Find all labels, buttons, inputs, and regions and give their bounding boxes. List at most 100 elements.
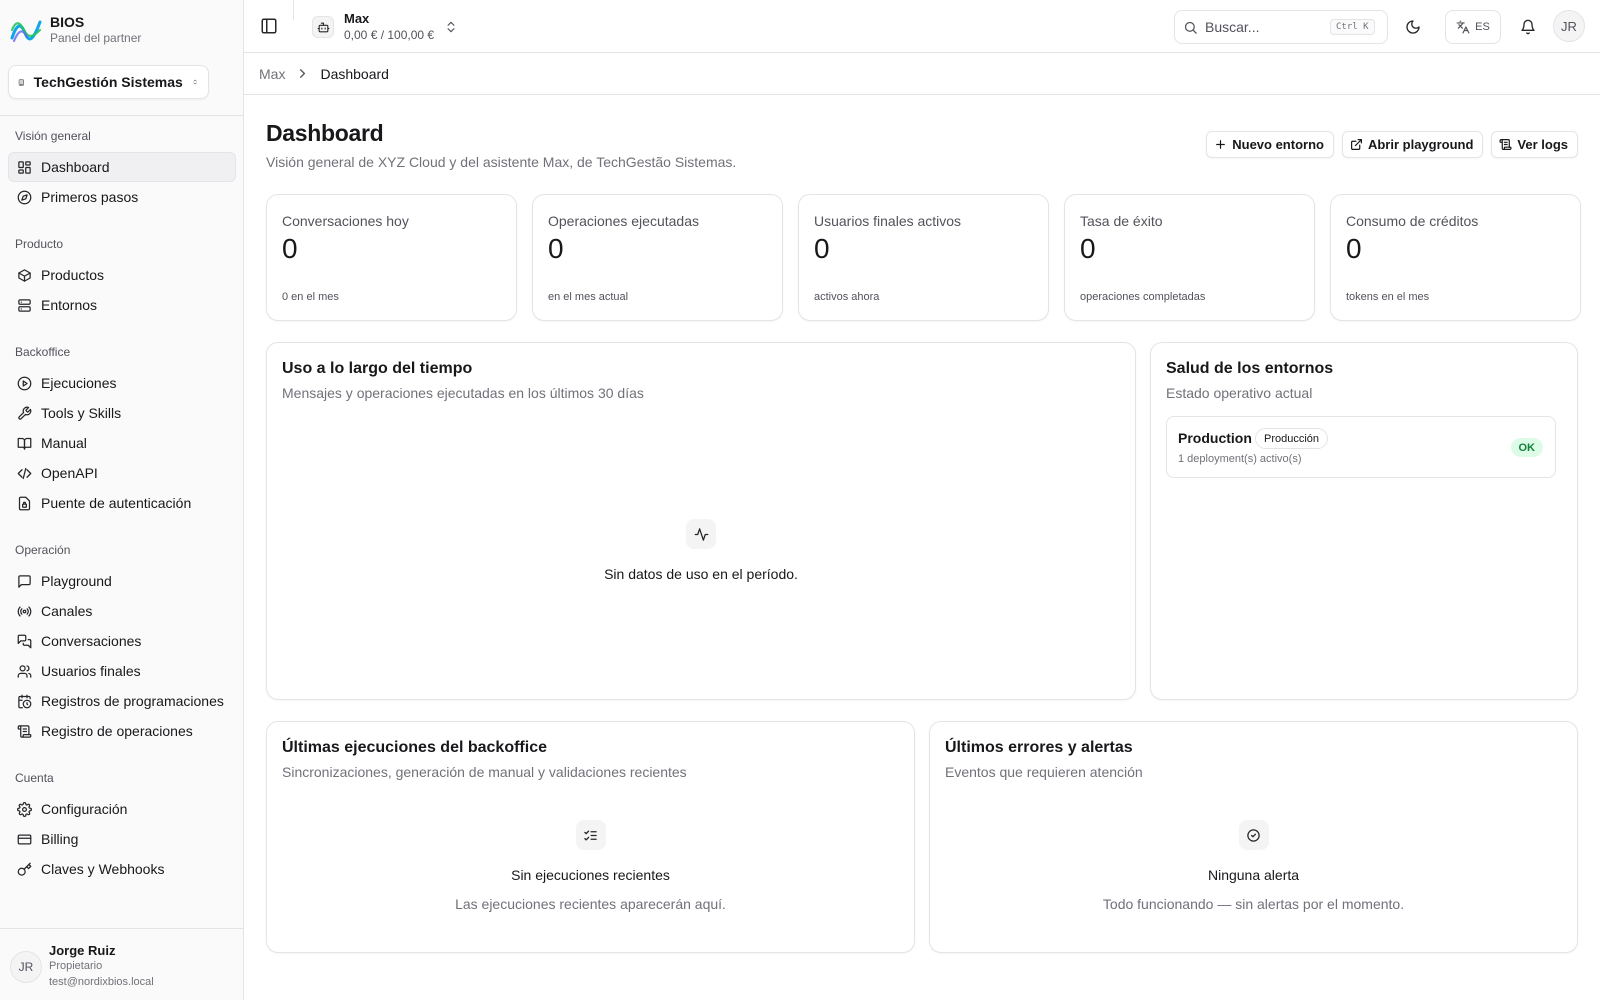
stat-hint: operaciones completadas	[1080, 291, 1206, 303]
wrench-icon	[18, 406, 32, 420]
new-environment-label: Nuevo entorno	[1232, 137, 1324, 152]
code-icon	[17, 467, 32, 479]
sidebar-item-playground[interactable]: Playground	[8, 566, 236, 596]
list-checks-icon	[575, 820, 606, 850]
language-button[interactable]: ES	[1445, 10, 1501, 44]
sidebar-item-configuracion[interactable]: Configuración	[8, 794, 236, 824]
alerts-empty-title: Ninguna alerta	[1207, 867, 1300, 883]
sidebar-item-billing[interactable]: Billing	[8, 824, 236, 854]
sidebar-item-productos[interactable]: Productos	[8, 260, 236, 290]
view-logs-button[interactable]: Ver logs	[1491, 131, 1578, 158]
sidebar-item-manual[interactable]: Manual	[8, 428, 236, 458]
nav-group-operacion: Operación Playground Canales Conversaciones…	[8, 540, 236, 746]
health-title: Salud de los entornos	[1166, 360, 1334, 377]
search-input[interactable]	[1205, 19, 1323, 35]
breadcrumb-current: Dashboard	[320, 65, 389, 82]
stat-card-usuarios-finales-activos: Usuarios finales activos 0 activos ahora	[798, 194, 1049, 321]
breadcrumb: Max Dashboard	[244, 53, 1600, 95]
sidebar-item-puente-de-autenticacion[interactable]: Puente de autenticación	[8, 488, 236, 518]
account-avatar[interactable]: JR	[1553, 10, 1585, 42]
book-open-icon	[17, 437, 32, 450]
stat-value: 0	[814, 233, 830, 264]
usage-empty-title: Sin datos de uso en el período.	[604, 566, 798, 582]
chevrons-up-down-icon	[193, 79, 197, 85]
executions-subtitle: Sincronizaciones, generación de manual y…	[282, 764, 687, 780]
agent-switcher[interactable]: Max 0,00 € / 100,00 €	[312, 11, 458, 43]
agent-credit: 0,00 € / 100,00 €	[344, 28, 435, 42]
breadcrumb-parent[interactable]: Max	[259, 66, 285, 82]
stat-value: 0	[1080, 233, 1096, 264]
user-avatar[interactable]: JR	[10, 951, 42, 983]
sidebar-item-label: Registro de operaciones	[41, 723, 193, 739]
open-playground-label: Abrir playground	[1367, 137, 1474, 152]
stat-hint: tokens en el mes	[1346, 291, 1430, 303]
external-link-icon	[1350, 139, 1362, 150]
environments-health-card: Salud de los entornos Estado operativo a…	[1150, 342, 1578, 700]
sidebar-item-canales[interactable]: Canales	[8, 596, 236, 626]
theme-toggle-button[interactable]	[1396, 10, 1430, 44]
open-playground-button[interactable]: Abrir playground	[1341, 131, 1484, 158]
sidebar-item-usuarios-finales[interactable]: Usuarios finales	[8, 656, 236, 686]
sidebar-item-label: Configuración	[41, 801, 128, 817]
package-icon	[18, 268, 31, 282]
sidebar-item-label: OpenAPI	[41, 465, 98, 481]
user-email: test@nordixbios.local	[49, 976, 154, 988]
stat-hint: en el mes actual	[548, 291, 629, 303]
sidebar-item-label: Manual	[41, 435, 87, 451]
environment-name: Production	[1178, 430, 1252, 446]
stat-label: Conversaciones hoy	[282, 213, 409, 229]
alerts-empty-description: Todo funcionando — sin alertas por el mo…	[1102, 896, 1405, 912]
nav-group-cuenta: Cuenta Configuración Billing Claves y Webho…	[8, 768, 236, 884]
sidebar-item-dashboard[interactable]: Dashboard	[8, 152, 236, 182]
activity-icon	[686, 519, 716, 549]
user-menu[interactable]: JR Jorge Ruiz Propietario test@nordixbio…	[0, 928, 243, 1000]
sidebar-item-label: Playground	[41, 573, 112, 589]
nav-group-label: Cuenta	[15, 771, 54, 785]
org-switcher[interactable]: TechGestión Sistemas	[8, 65, 209, 99]
sidebar-item-registros-de-programaciones[interactable]: Registros de programaciones	[8, 686, 236, 716]
sidebar-item-tools-y-skills[interactable]: Tools y Skills	[8, 398, 236, 428]
environment-item[interactable]: Production Producción 1 deployment(s) ac…	[1166, 416, 1556, 478]
agent-avatar	[312, 16, 334, 38]
sidebar-item-registro-de-operaciones[interactable]: Registro de operaciones	[8, 716, 236, 746]
nav-group-producto: Producto Productos Entornos	[8, 234, 236, 320]
stat-label: Tasa de éxito	[1080, 213, 1163, 229]
messages-icon	[17, 634, 32, 648]
sidebar-item-label: Dashboard	[41, 159, 110, 175]
scroll-text-icon	[17, 724, 32, 738]
nav-group-label: Backoffice	[15, 345, 71, 359]
server-icon	[18, 298, 31, 312]
stat-label: Operaciones ejecutadas	[548, 213, 699, 229]
executions-title: Últimas ejecuciones del backoffice	[282, 739, 547, 756]
play-circle-icon	[17, 376, 32, 390]
sidebar-item-claves-y-webhooks[interactable]: Claves y Webhooks	[8, 854, 236, 884]
search-box[interactable]: Ctrl K	[1174, 10, 1388, 44]
view-logs-label: Ver logs	[1517, 137, 1568, 152]
errors-alerts-card: Últimos errores y alertas Eventos que re…	[929, 721, 1578, 953]
stat-value: 0	[1346, 233, 1362, 264]
sidebar-item-conversaciones[interactable]: Conversaciones	[8, 626, 236, 656]
stat-card-operaciones-ejecutadas: Operaciones ejecutadas 0 en el mes actual	[532, 194, 783, 321]
sidebar-item-entornos[interactable]: Entornos	[8, 290, 236, 320]
brand-subtitle: Panel del partner	[50, 31, 142, 45]
new-environment-button[interactable]: Nuevo entorno	[1206, 131, 1334, 158]
notifications-button[interactable]	[1511, 10, 1545, 44]
sidebar-item-primeros-pasos[interactable]: Primeros pasos	[8, 182, 236, 212]
sidebar-toggle-button[interactable]	[260, 17, 278, 35]
brand[interactable]: BIOS Panel del partner	[10, 14, 141, 46]
sidebar-item-ejecuciones[interactable]: Ejecuciones	[8, 368, 236, 398]
environment-deployments: 1 deployment(s) activo(s)	[1178, 453, 1302, 465]
sidebar-item-label: Canales	[41, 603, 93, 619]
page-subtitle: Visión general de XYZ Cloud y del asiste…	[266, 154, 737, 170]
stat-label: Consumo de créditos	[1346, 213, 1479, 229]
nav-group-label: Visión general	[15, 129, 91, 143]
credit-card-icon	[17, 834, 32, 844]
search-shortcut: Ctrl K	[1330, 19, 1375, 35]
topbar-divider	[293, 0, 294, 20]
check-circle-icon	[1238, 820, 1269, 850]
sidebar-item-openapi[interactable]: OpenAPI	[8, 458, 236, 488]
sidebar-item-label: Puente de autenticación	[41, 495, 192, 511]
sidebar-item-label: Tools y Skills	[41, 405, 122, 421]
nav-group-label: Operación	[15, 543, 71, 557]
sidebar: BIOS Panel del partner TechGestión Siste…	[0, 0, 244, 1000]
